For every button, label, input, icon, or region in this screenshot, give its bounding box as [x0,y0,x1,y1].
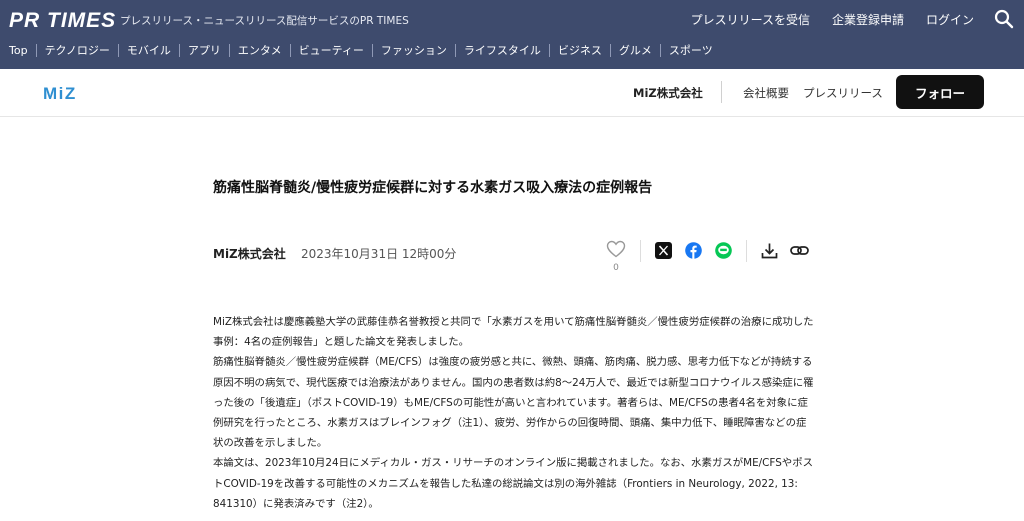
search-icon[interactable] [994,9,1014,29]
article-body: MiZ株式会社は慶應義塾大学の武藤佳恭名誉教授と共同で「水素ガスを用いて筋痛性脳… [213,312,816,514]
article-date: 2023年10月31日 12時00分 [301,247,457,261]
category-sports[interactable]: スポーツ [669,42,713,58]
company-bar: MiZ MiZ株式会社 会社概要 プレスリリース フォロー [0,69,1024,117]
nav-divider [548,43,550,57]
site-header: PR TIMES プレスリリース・ニュースリリース配信サービスのPR TIMES… [0,0,1024,69]
article-paragraph: MiZ株式会社は慶應義塾大学の武藤佳恭名誉教授と共同で「水素ガスを用いて筋痛性脳… [213,316,814,349]
copy-link-icon[interactable] [790,242,809,259]
share-divider [746,240,747,262]
company-name[interactable]: MiZ株式会社 [633,85,703,101]
share-divider [640,240,641,262]
heart-icon [606,240,626,258]
login-link[interactable]: ログイン [926,11,974,28]
x-share-icon[interactable] [655,242,672,259]
category-gourmet[interactable]: グルメ [619,42,652,58]
category-lifestyle[interactable]: ライフスタイル [464,42,541,58]
facebook-share-icon[interactable] [685,242,702,259]
company-press-releases-link[interactable]: プレスリリース [803,85,883,101]
company-bar-divider [721,81,722,103]
follow-button[interactable]: フォロー [896,75,984,109]
header-links: プレスリリースを受信 企業登録申請 ログイン [669,9,1014,29]
article-company-link[interactable]: MiZ株式会社 [213,245,286,262]
pr-times-logo[interactable]: PR TIMES [9,9,116,33]
article-paragraph: 本論文は、2023年10月24日にメディカル・ガス・リサーチのオンライン版に掲載… [213,457,813,510]
article-paragraph: 筋痛性脳脊髄炎／慢性疲労症候群（ME/CFS）は強度の疲労感と共に、微熱、頭痛、… [213,356,814,450]
nav-divider [609,43,611,57]
receive-press-release-link[interactable]: プレスリリースを受信 [691,11,810,28]
nav-divider [289,43,291,57]
category-business[interactable]: ビジネス [558,42,602,58]
line-share-icon[interactable] [715,242,732,259]
company-register-link[interactable]: 企業登録申請 [832,11,904,28]
category-mobile[interactable]: モバイル [127,42,171,58]
article-title: 筋痛性脳脊髄炎/慢性疲労症候群に対する水素ガス吸入療法の症例報告 [213,180,653,196]
category-nav: Top テクノロジー モバイル アプリ エンタメ ビューティー ファッション ラ… [9,42,713,58]
nav-divider [35,43,37,57]
company-about-link[interactable]: 会社概要 [743,85,789,101]
nav-divider [228,43,230,57]
nav-divider [659,43,661,57]
category-entertainment[interactable]: エンタメ [238,42,282,58]
nav-divider [371,43,373,57]
nav-divider [454,43,456,57]
category-top[interactable]: Top [9,44,28,57]
nav-divider [117,43,119,57]
nav-divider [178,43,180,57]
site-tagline: プレスリリース・ニュースリリース配信サービスのPR TIMES [120,15,409,27]
miz-logo[interactable]: MiZ [43,84,77,104]
like-button[interactable]: 0 [606,240,626,273]
download-icon[interactable] [761,242,778,259]
category-technology[interactable]: テクノロジー [45,42,110,58]
category-fashion[interactable]: ファッション [381,42,447,58]
category-app[interactable]: アプリ [188,42,221,58]
category-beauty[interactable]: ビューティー [299,42,364,58]
like-count: 0 [613,263,619,273]
